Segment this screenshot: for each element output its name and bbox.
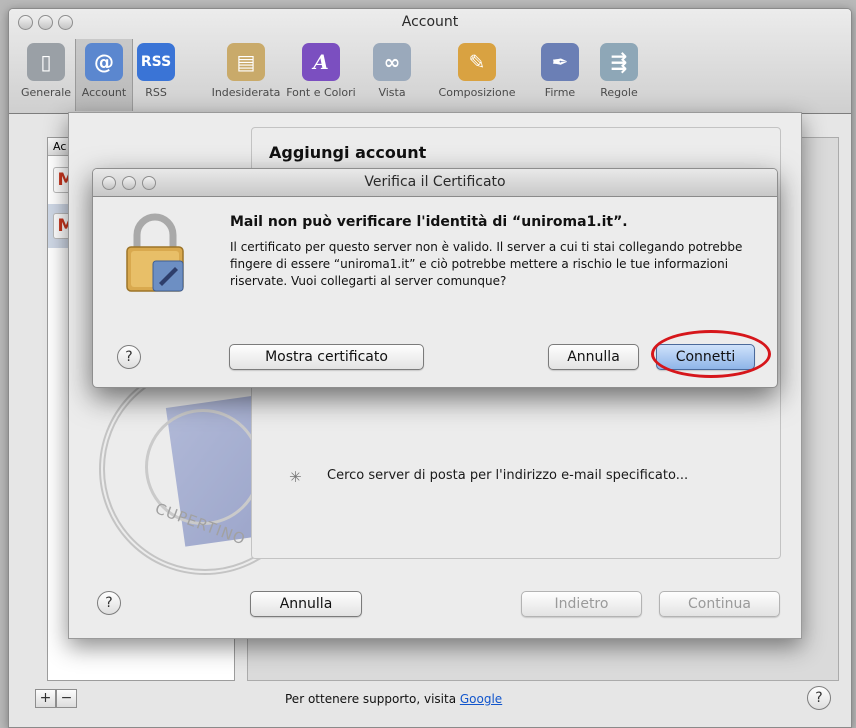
tab-vista[interactable]: ∞ Vista — [361, 39, 423, 111]
gear-switch-icon: ▯ — [27, 43, 65, 81]
tab-font-colori[interactable]: A Font e Colori — [281, 39, 361, 111]
sheet-title: Aggiungi account — [269, 143, 427, 162]
font-icon: A — [302, 43, 340, 81]
back-button[interactable]: Indietro — [521, 591, 642, 617]
toolbar: Account ▯ Generale @ Account RSS RSS ▤ I… — [9, 9, 851, 114]
support-text: Per ottenere supporto, visita Google — [285, 692, 503, 706]
tab-regole[interactable]: ⇶ Regole — [589, 39, 649, 111]
google-link[interactable]: Google — [460, 692, 502, 706]
rss-icon: RSS — [137, 43, 175, 81]
pen-icon: ✒ — [541, 43, 579, 81]
search-status-text: Cerco server di posta per l'indirizzo e-… — [327, 468, 689, 483]
dialog-message: Il certificato per questo server non è v… — [230, 240, 743, 288]
help-button[interactable]: ? — [807, 686, 831, 710]
sheet-help-button[interactable]: ? — [97, 591, 121, 615]
tab-rss[interactable]: RSS RSS — [131, 39, 181, 111]
dialog-help-button[interactable]: ? — [117, 345, 141, 369]
highlight-ring-annotation — [651, 330, 771, 378]
tab-account[interactable]: @ Account — [75, 39, 133, 111]
glasses-icon: ∞ — [373, 43, 411, 81]
dialog-title: Verifica il Certificato — [364, 174, 506, 190]
dialog-heading: Mail non può verificare l'identità di “u… — [230, 214, 628, 230]
at-sign-icon: @ — [85, 43, 123, 81]
certificate-dialog: Verifica il Certificato Mail non può ver… — [92, 168, 778, 388]
continue-button[interactable]: Continua — [659, 591, 780, 617]
show-certificate-button[interactable]: Mostra certificato — [229, 344, 424, 370]
dialog-titlebar: Verifica il Certificato — [93, 169, 777, 197]
pencil-icon: ✎ — [458, 43, 496, 81]
lock-icon — [123, 211, 187, 295]
remove-account-button[interactable]: − — [56, 689, 77, 708]
spinner-icon: ✳ — [289, 468, 302, 486]
dialog-cancel-button[interactable]: Annulla — [548, 344, 639, 370]
tab-composizione[interactable]: ✎ Composizione — [427, 39, 527, 111]
tab-generale[interactable]: ▯ Generale — [17, 39, 75, 111]
tab-firme[interactable]: ✒ Firme — [529, 39, 591, 111]
rules-icon: ⇶ — [600, 43, 638, 81]
trash-icon: ▤ — [227, 43, 265, 81]
add-account-button[interactable]: + — [35, 689, 56, 708]
sheet-cancel-button[interactable]: Annulla — [250, 591, 362, 617]
window-title: Account — [401, 14, 459, 30]
